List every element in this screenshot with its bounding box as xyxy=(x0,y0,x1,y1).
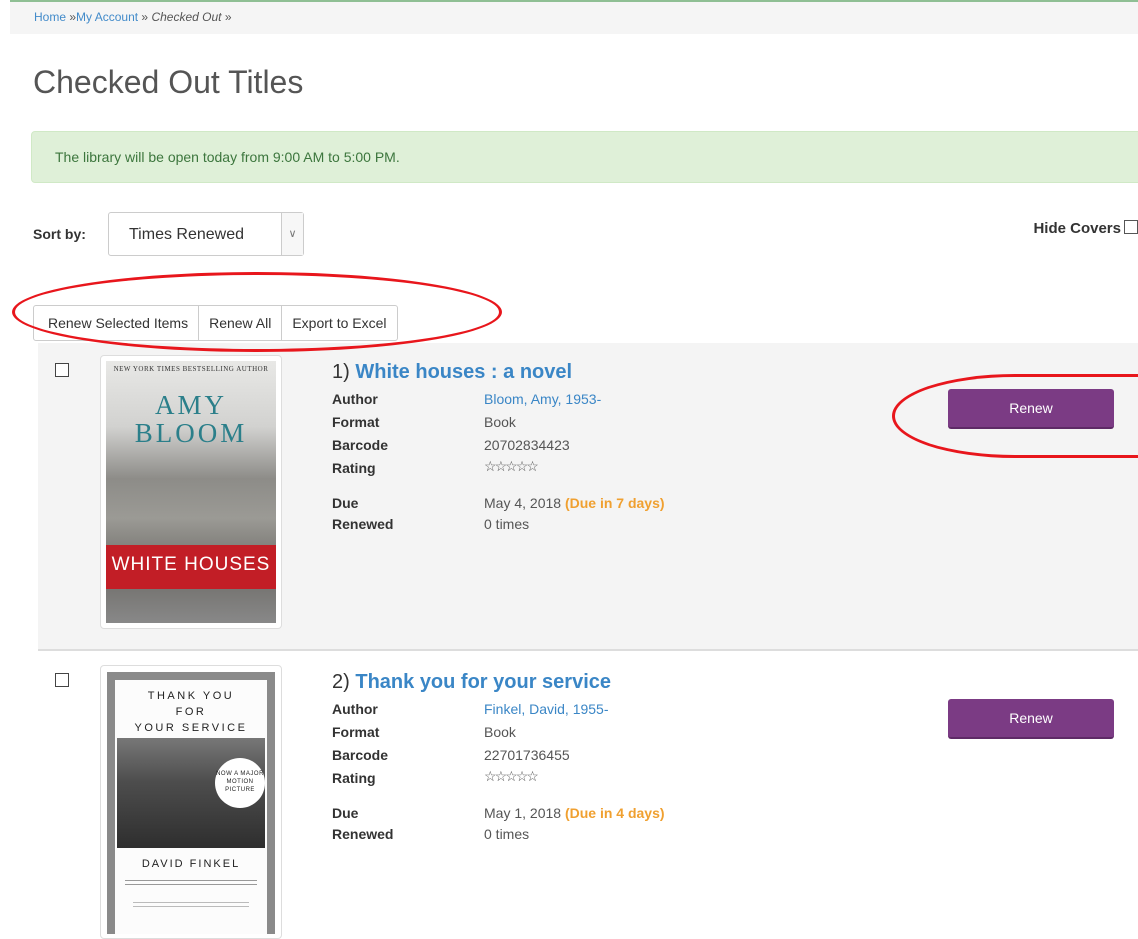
star-icon[interactable]: ☆ xyxy=(526,768,538,784)
due-countdown: (Due in 4 days) xyxy=(564,805,665,821)
barcode-label: Barcode xyxy=(332,437,389,453)
book-cover[interactable]: THANK YOU FOR YOUR SERVICE NOW A MAJOR M… xyxy=(100,665,282,939)
bulk-actions-toolbar: Renew Selected Items Renew All Export to… xyxy=(33,305,398,341)
chevron-down-icon[interactable]: ∨ xyxy=(281,213,303,255)
renewed-label: Renewed xyxy=(332,516,394,532)
sort-selected-value: Times Renewed xyxy=(129,226,245,243)
library-hours-alert: The library will be open today from 9:00… xyxy=(31,131,1138,183)
checked-out-item: THANK YOU FOR YOUR SERVICE NOW A MAJOR M… xyxy=(38,653,1138,939)
format-label: Format xyxy=(332,724,380,740)
renew-selected-button[interactable]: Renew Selected Items xyxy=(34,306,198,340)
cover-art: NEW YORK TIMES BESTSELLING AUTHOR AMY BL… xyxy=(106,361,276,623)
hide-covers-checkbox[interactable] xyxy=(1124,220,1138,234)
due-value: May 4, 2018 (Due in 7 days) xyxy=(484,495,665,511)
breadcrumb-my-account-link[interactable]: My Account xyxy=(76,10,138,24)
breadcrumb-current: Checked Out xyxy=(151,10,222,24)
author-label: Author xyxy=(332,701,378,717)
cover-art: THANK YOU FOR YOUR SERVICE NOW A MAJOR M… xyxy=(107,672,275,934)
cover-blurb xyxy=(125,880,257,885)
star-icon[interactable]: ☆ xyxy=(495,768,507,784)
cover-author: DAVID FINKEL xyxy=(141,858,241,870)
sort-select[interactable]: Times Renewed ∨ xyxy=(108,212,304,256)
format-label: Format xyxy=(332,414,380,430)
cover-author-line: AMY xyxy=(154,390,227,420)
star-icon[interactable]: ☆ xyxy=(526,458,538,474)
barcode-value: 22701736455 xyxy=(484,747,570,763)
barcode-value: 20702834423 xyxy=(484,437,570,453)
breadcrumb-separator: » xyxy=(141,10,149,24)
cover-blurb xyxy=(133,902,249,907)
star-icon[interactable]: ☆ xyxy=(505,768,517,784)
due-label: Due xyxy=(332,805,359,821)
star-icon[interactable]: ☆ xyxy=(484,768,496,784)
renewed-label: Renewed xyxy=(332,826,394,842)
star-icon[interactable]: ☆ xyxy=(484,458,496,474)
breadcrumb-separator: » xyxy=(224,10,232,24)
cover-author: AMY BLOOM xyxy=(106,391,276,447)
item-title-link[interactable]: Thank you for your service xyxy=(355,671,611,693)
breadcrumb: Home »My Account » Checked Out » xyxy=(10,2,1138,34)
breadcrumb-home-link[interactable]: Home xyxy=(34,10,66,24)
item-number: 2) xyxy=(332,671,350,693)
item-select-checkbox[interactable] xyxy=(55,363,69,377)
item-divider xyxy=(38,649,1138,651)
star-icon[interactable]: ☆ xyxy=(505,458,517,474)
format-value: Book xyxy=(484,724,516,740)
rating-stars[interactable]: ☆☆☆☆☆ xyxy=(484,768,539,785)
due-label: Due xyxy=(332,495,359,511)
cover-tagline: NEW YORK TIMES BESTSELLING AUTHOR xyxy=(113,365,269,373)
item-title: 1) White houses : a novel xyxy=(332,361,572,384)
item-title: 2) Thank you for your service xyxy=(332,671,611,694)
item-title-link[interactable]: White houses : a novel xyxy=(355,361,572,383)
cover-title-line: FOR xyxy=(175,706,207,718)
format-value: Book xyxy=(484,414,516,430)
item-number: 1) xyxy=(332,361,350,383)
renewed-value: 0 times xyxy=(484,516,530,532)
due-value: May 1, 2018 (Due in 4 days) xyxy=(484,805,665,821)
cover-title: WHITE HOUSES xyxy=(111,554,271,575)
rating-label: Rating xyxy=(332,770,376,786)
book-cover[interactable]: NEW YORK TIMES BESTSELLING AUTHOR AMY BL… xyxy=(100,355,282,629)
hide-covers-label: Hide Covers xyxy=(1033,220,1121,237)
alert-message: The library will be open today from 9:00… xyxy=(55,149,400,165)
cover-title-line: YOUR SERVICE xyxy=(134,722,248,734)
export-excel-button[interactable]: Export to Excel xyxy=(281,306,396,340)
author-link[interactable]: Finkel, David, 1955- xyxy=(484,701,609,717)
due-countdown: (Due in 7 days) xyxy=(564,495,665,511)
cover-badge: NOW A MAJOR MOTION PICTURE xyxy=(215,758,265,808)
star-icon[interactable]: ☆ xyxy=(495,458,507,474)
renew-all-button[interactable]: Renew All xyxy=(198,306,281,340)
hide-covers-toggle[interactable]: Hide Covers xyxy=(1033,220,1138,237)
star-icon[interactable]: ☆ xyxy=(516,458,528,474)
cover-author-line: BLOOM xyxy=(134,418,248,448)
rating-stars[interactable]: ☆☆☆☆☆ xyxy=(484,458,539,475)
star-icon[interactable]: ☆ xyxy=(516,768,528,784)
sort-label: Sort by: xyxy=(33,226,86,242)
due-date: May 4, 2018 xyxy=(484,495,562,511)
cover-title: THANK YOU FOR YOUR SERVICE xyxy=(115,688,267,736)
page-title: Checked Out Titles xyxy=(33,64,304,100)
item-select-checkbox[interactable] xyxy=(55,673,69,687)
checked-out-item: NEW YORK TIMES BESTSELLING AUTHOR AMY BL… xyxy=(38,343,1138,649)
barcode-label: Barcode xyxy=(332,747,389,763)
renew-button[interactable]: Renew xyxy=(948,699,1114,739)
due-date: May 1, 2018 xyxy=(484,805,562,821)
author-link[interactable]: Bloom, Amy, 1953- xyxy=(484,391,601,407)
author-label: Author xyxy=(332,391,378,407)
cover-title-line: THANK YOU xyxy=(147,690,235,702)
renewed-value: 0 times xyxy=(484,826,530,842)
renew-button[interactable]: Renew xyxy=(948,389,1114,429)
rating-label: Rating xyxy=(332,460,376,476)
